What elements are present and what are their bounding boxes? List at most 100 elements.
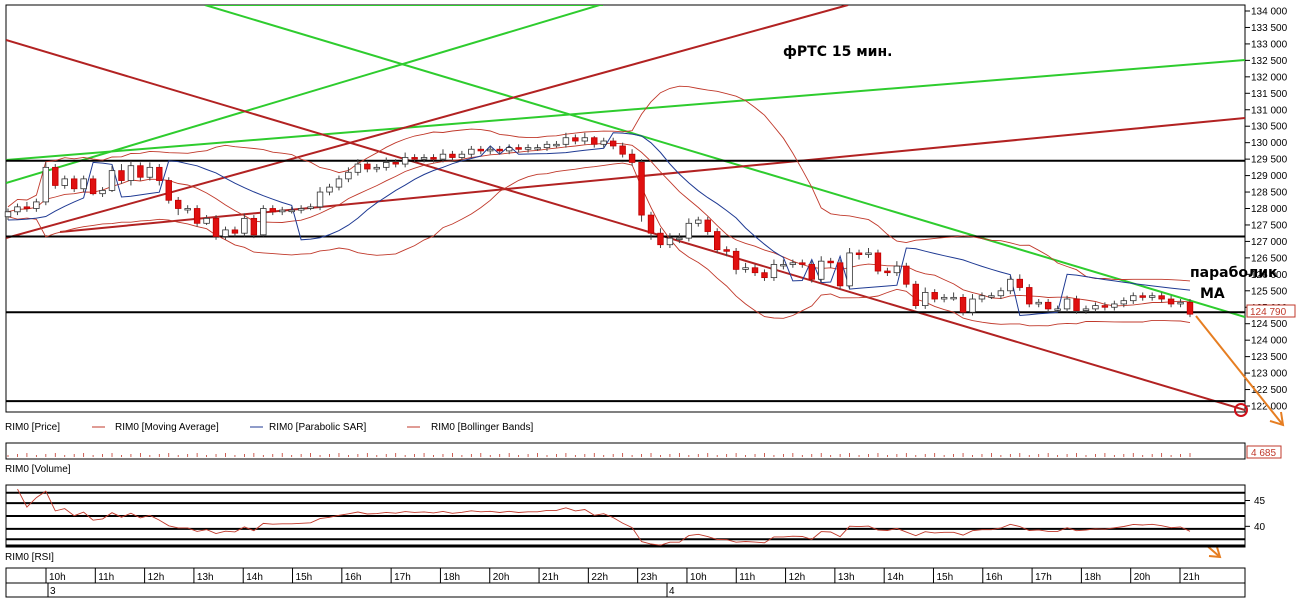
- candle-body: [335, 178, 343, 188]
- candle-body: [1026, 287, 1033, 305]
- price-tick-label: 131 500: [1251, 89, 1288, 100]
- price-tick-label: 133 000: [1251, 39, 1288, 50]
- candle-body: [1035, 301, 1042, 305]
- candle-body: [373, 166, 380, 170]
- candle-body: [364, 163, 371, 170]
- candle-body: [477, 148, 484, 152]
- candle-body: [279, 209, 286, 213]
- candle-body: [666, 237, 674, 246]
- candle-body: [193, 208, 201, 224]
- candle-body: [704, 219, 711, 232]
- candle-body: [4, 211, 12, 218]
- candle-body: [411, 157, 418, 160]
- time-label: 21h: [542, 572, 559, 583]
- time-label: 16h: [986, 572, 1003, 583]
- candle-body: [1054, 308, 1061, 311]
- candle-body: [770, 264, 778, 279]
- price-tick-label: 132 500: [1251, 56, 1288, 67]
- price-tick-label: 132 000: [1251, 72, 1288, 83]
- candle-body: [505, 147, 513, 152]
- time-label: 15h: [936, 572, 953, 583]
- candle-body: [354, 163, 362, 173]
- rsi-label: RIM0 [RSI]: [5, 552, 54, 563]
- time-label: 10h: [690, 572, 707, 583]
- candle-body: [893, 265, 901, 274]
- price-tick-label: 130 500: [1251, 122, 1288, 133]
- candle-body: [581, 137, 589, 142]
- candle-body: [714, 231, 721, 251]
- price-tick-label: 127 500: [1251, 220, 1288, 231]
- legend-ma: RIM0 [Moving Average]: [115, 422, 219, 433]
- price-tick-label: 130 000: [1251, 138, 1288, 149]
- candle-body: [884, 270, 891, 274]
- candle-body: [1186, 301, 1194, 315]
- candle-body: [383, 162, 390, 168]
- rsi-tick-45: 45: [1254, 496, 1266, 507]
- time-label: 21h: [1183, 572, 1200, 583]
- time-label: 18h: [443, 572, 460, 583]
- annotation-parabolic: параболик: [1190, 265, 1278, 281]
- candle-body: [269, 208, 276, 213]
- candle-body: [676, 237, 683, 241]
- price-tick-label: 128 000: [1251, 204, 1288, 215]
- time-label: 15h: [296, 572, 313, 583]
- candle-body: [165, 180, 172, 201]
- time-label: 12h: [789, 572, 806, 583]
- price-tick-label: 134 000: [1251, 7, 1288, 18]
- candle-body: [1016, 278, 1023, 288]
- candle-body: [212, 217, 220, 237]
- candle-body: [184, 208, 191, 211]
- candle-body: [14, 206, 21, 213]
- candle-body: [61, 178, 68, 186]
- candle-body: [591, 137, 598, 145]
- candle-body: [487, 148, 494, 152]
- price-tick-label: 128 500: [1251, 188, 1288, 199]
- legend: RIM0 [Price] RIM0 [Moving Average] RIM0 …: [5, 422, 533, 433]
- candle-body: [818, 260, 825, 280]
- candle-body: [846, 252, 853, 287]
- candle-body: [723, 249, 730, 252]
- price-tick-label: 129 500: [1251, 155, 1288, 166]
- candle-body: [1101, 305, 1109, 308]
- time-label: 23h: [641, 572, 658, 583]
- candle-body: [1044, 301, 1052, 310]
- price-tick-label: 129 000: [1251, 171, 1288, 182]
- candle-body: [922, 292, 929, 307]
- price-tick-label: 123 500: [1251, 352, 1288, 363]
- rsi-tick-40: 40: [1254, 522, 1266, 533]
- candle-body: [1092, 305, 1099, 310]
- candle-body: [458, 153, 466, 158]
- candle-body: [865, 252, 872, 255]
- price-tick-label: 124 000: [1251, 336, 1288, 347]
- time-label: 22h: [591, 572, 608, 583]
- date-label: 3: [50, 586, 56, 597]
- candle-body: [326, 186, 333, 193]
- candle-body: [628, 153, 636, 163]
- candle-body: [657, 232, 664, 246]
- candle-body: [534, 147, 541, 150]
- candle-body: [250, 217, 258, 236]
- candle-body: [855, 252, 863, 255]
- time-label: 17h: [394, 572, 411, 583]
- time-label: 10h: [49, 572, 66, 583]
- time-label: 17h: [1035, 572, 1052, 583]
- candle-body: [175, 199, 182, 209]
- candle-body: [260, 208, 267, 236]
- candle-body: [1073, 298, 1080, 311]
- candle-body: [1177, 301, 1184, 305]
- candle-body: [647, 214, 655, 234]
- candle-body: [1148, 295, 1156, 298]
- candle-body: [515, 147, 522, 150]
- time-label: 14h: [246, 572, 263, 583]
- candle-body: [89, 178, 97, 195]
- candle-body: [468, 148, 475, 155]
- legend-sar: RIM0 [Parabolic SAR]: [269, 422, 366, 433]
- candle-body: [1082, 308, 1090, 311]
- candle-body: [80, 178, 87, 190]
- candle-body: [997, 290, 1005, 297]
- price-tick-label: 124 500: [1251, 319, 1288, 330]
- candle-body: [1120, 300, 1128, 305]
- candle-body: [108, 170, 116, 191]
- candle-body: [316, 191, 324, 208]
- candle-body: [33, 201, 40, 209]
